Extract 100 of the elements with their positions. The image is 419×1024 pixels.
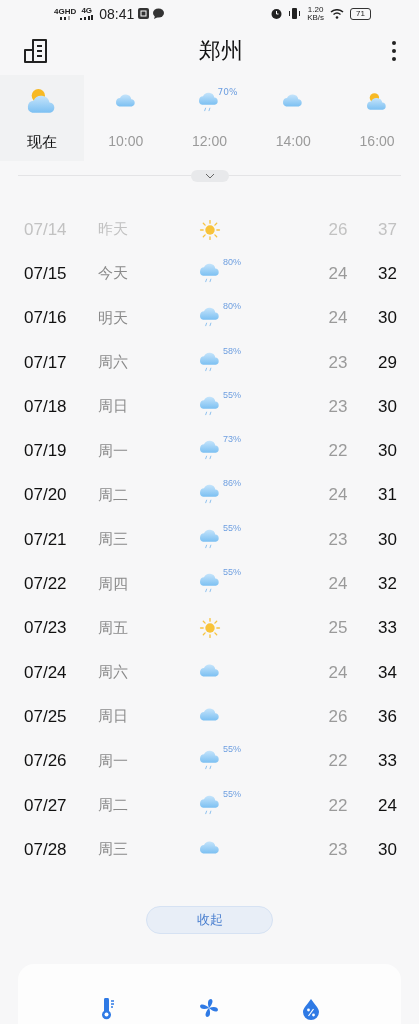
precipitation-chance: 55% bbox=[223, 788, 241, 799]
alarm-icon bbox=[271, 8, 283, 20]
high-temperature: 33 bbox=[377, 751, 397, 772]
hour-forecast[interactable]: 16:00 bbox=[335, 74, 419, 161]
weekday-label: 周六 bbox=[98, 663, 129, 683]
weekday-label: 周二 bbox=[98, 796, 129, 816]
hour-forecast[interactable]: 现在 bbox=[0, 74, 84, 161]
precipitation-chance: 73% bbox=[223, 434, 241, 445]
network-label: 4GHD bbox=[54, 7, 77, 16]
weekday-label: 周一 bbox=[98, 751, 129, 771]
high-temperature: 32 bbox=[377, 264, 397, 284]
forecast-date: 07/22 bbox=[24, 574, 68, 595]
signal-icon bbox=[60, 15, 71, 20]
clock-time: 08:41 bbox=[99, 5, 135, 22]
hour-label: 14:00 bbox=[275, 132, 311, 149]
fan-icon bbox=[198, 998, 219, 1018]
vibrate-icon bbox=[288, 8, 302, 20]
precipitation-chance: 70% bbox=[217, 86, 238, 97]
forecast-date: 07/16 bbox=[24, 308, 68, 329]
hour-label: 10:00 bbox=[108, 132, 144, 149]
low-temperature: 24 bbox=[327, 264, 349, 284]
precipitation-chance: 80% bbox=[223, 301, 241, 312]
precipitation-chance: 55% bbox=[223, 744, 241, 755]
low-temperature: 24 bbox=[327, 662, 349, 683]
expand-handle[interactable] bbox=[190, 169, 229, 182]
low-temperature: 24 bbox=[327, 308, 349, 329]
high-temperature: 34 bbox=[377, 662, 397, 683]
forecast-date: 07/15 bbox=[24, 264, 68, 284]
weekday-label: 明天 bbox=[98, 308, 129, 328]
hour-forecast[interactable]: 14:00 bbox=[251, 74, 336, 161]
forecast-date: 07/23 bbox=[24, 618, 68, 639]
thermometer-icon bbox=[99, 998, 116, 1020]
weekday-label: 周日 bbox=[98, 707, 129, 727]
sun-icon bbox=[198, 616, 222, 641]
hour-label: 现在 bbox=[26, 132, 57, 152]
city-list-button[interactable] bbox=[24, 39, 50, 63]
low-temperature: 23 bbox=[327, 396, 349, 417]
high-temperature: 36 bbox=[377, 706, 397, 727]
high-temperature: 29 bbox=[377, 352, 397, 373]
forecast-date: 07/26 bbox=[24, 751, 68, 772]
more-menu-button[interactable] bbox=[391, 40, 397, 62]
weekday-label: 周四 bbox=[98, 574, 129, 594]
hour-forecast[interactable]: 70% 12:00 bbox=[167, 74, 252, 161]
high-temperature: 30 bbox=[377, 308, 397, 329]
high-temperature: 30 bbox=[377, 396, 397, 417]
low-temperature: 22 bbox=[327, 441, 349, 462]
hour-forecast[interactable]: 10:00 bbox=[83, 74, 168, 161]
high-temperature: 32 bbox=[377, 574, 397, 595]
weekday-label: 周六 bbox=[98, 353, 129, 373]
low-temperature: 24 bbox=[327, 485, 349, 506]
low-temperature: 23 bbox=[327, 352, 349, 373]
weekday-label: 今天 bbox=[98, 264, 129, 284]
network-label: 4G bbox=[81, 7, 93, 16]
low-temperature: 25 bbox=[327, 618, 349, 639]
network-speed: 1.20 bbox=[307, 5, 324, 14]
forecast-date: 07/28 bbox=[24, 839, 68, 860]
weekday-label: 周三 bbox=[98, 530, 129, 550]
forecast-date: 07/17 bbox=[24, 352, 68, 373]
high-temperature: 30 bbox=[377, 529, 397, 550]
low-temperature: 23 bbox=[327, 839, 349, 860]
low-temperature: 26 bbox=[327, 706, 349, 727]
high-temperature: 30 bbox=[377, 441, 397, 462]
precipitation-chance: 58% bbox=[223, 345, 241, 356]
city-title: 郑州 bbox=[197, 37, 244, 65]
low-temperature: 23 bbox=[327, 529, 349, 550]
high-temperature: 31 bbox=[377, 485, 397, 506]
low-temperature: 22 bbox=[327, 795, 349, 816]
speed-unit: KB/s bbox=[307, 13, 325, 22]
chat-bubble-icon bbox=[153, 8, 165, 20]
humidity-icon bbox=[301, 998, 320, 1020]
high-temperature: 33 bbox=[377, 618, 397, 639]
forecast-date: 07/25 bbox=[24, 706, 68, 727]
hour-label: 16:00 bbox=[359, 132, 395, 149]
signal-icon bbox=[80, 15, 94, 21]
precipitation-chance: 55% bbox=[223, 567, 241, 578]
forecast-date: 07/27 bbox=[24, 795, 68, 816]
sun-icon bbox=[198, 217, 222, 242]
weekday-label: 周五 bbox=[98, 618, 129, 638]
weekday-label: 周日 bbox=[98, 397, 129, 417]
precipitation-chance: 86% bbox=[223, 478, 241, 489]
high-temperature: 30 bbox=[377, 839, 397, 860]
precipitation-chance: 55% bbox=[223, 389, 241, 400]
gallery-icon bbox=[138, 8, 150, 20]
weekday-label: 周二 bbox=[98, 485, 129, 505]
forecast-date: 07/18 bbox=[24, 396, 68, 417]
forecast-date: 07/20 bbox=[24, 485, 68, 506]
collapse-button[interactable]: 收起 bbox=[146, 906, 273, 934]
forecast-date: 07/21 bbox=[24, 529, 68, 550]
weekday-label: 周一 bbox=[98, 441, 129, 461]
low-temperature: 24 bbox=[327, 574, 349, 595]
high-temperature: 24 bbox=[377, 795, 397, 816]
precipitation-chance: 55% bbox=[223, 522, 241, 533]
forecast-date: 07/19 bbox=[24, 441, 68, 462]
wifi-icon bbox=[330, 8, 345, 19]
precipitation-chance: 80% bbox=[223, 257, 241, 267]
low-temperature: 22 bbox=[327, 751, 349, 772]
battery-level: 71 bbox=[350, 7, 371, 20]
forecast-date: 07/24 bbox=[24, 662, 68, 683]
weekday-label: 周三 bbox=[98, 840, 129, 860]
hour-label: 12:00 bbox=[191, 132, 227, 149]
